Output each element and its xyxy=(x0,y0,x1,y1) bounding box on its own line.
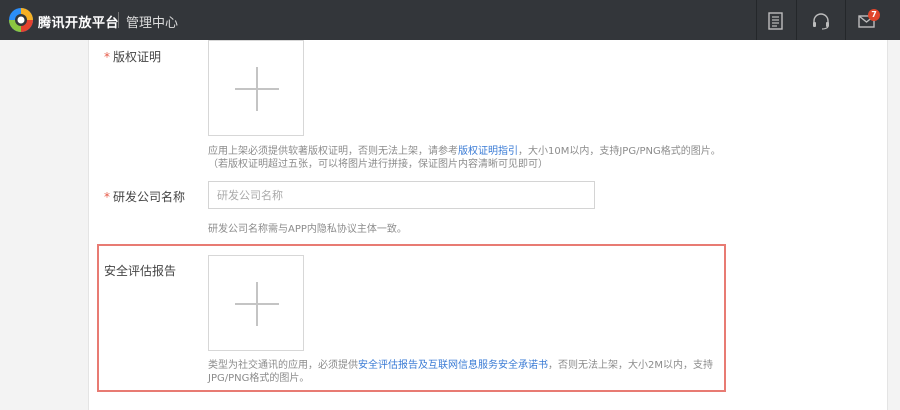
top-navigation-bar: 腾讯开放平台 管理中心 7 xyxy=(0,0,900,40)
required-mark: * xyxy=(104,190,110,204)
copyright-upload-button[interactable] xyxy=(208,40,304,136)
company-name-label: * 研发公司名称 xyxy=(104,190,186,204)
console-title[interactable]: 管理中心 xyxy=(126,12,178,31)
company-name-hint: 研发公司名称需与APP内隐私协议主体一致。 xyxy=(208,224,407,235)
brand-name[interactable]: 腾讯开放平台 xyxy=(38,12,119,31)
toolbar-divider xyxy=(845,0,846,40)
brand-separator xyxy=(118,12,119,28)
security-report-link[interactable]: 安全评估报告及互联网信息服务安全承诺书 xyxy=(358,360,548,371)
headset-icon[interactable] xyxy=(811,11,831,31)
required-mark: * xyxy=(104,50,110,64)
toolbar-divider xyxy=(756,0,757,40)
company-name-input[interactable] xyxy=(208,181,595,209)
security-report-hint: 类型为社交通讯的应用，必须提供安全评估报告及互联网信息服务安全承诺书，否则无法上… xyxy=(208,360,713,384)
copyright-hint: 应用上架必须提供软著版权证明，否则无法上架，请参考版权证明指引，大小10M以内，… xyxy=(208,146,721,170)
tencent-open-platform-logo-icon[interactable] xyxy=(8,7,34,33)
security-report-upload-button[interactable] xyxy=(208,255,304,351)
document-icon[interactable] xyxy=(766,11,786,31)
security-report-label: 安全评估报告 xyxy=(104,264,177,278)
copyright-guide-link[interactable]: 版权证明指引 xyxy=(458,146,518,157)
copyright-label: * 版权证明 xyxy=(104,50,162,64)
mail-notification-badge: 7 xyxy=(868,9,880,21)
toolbar-divider xyxy=(796,0,797,40)
